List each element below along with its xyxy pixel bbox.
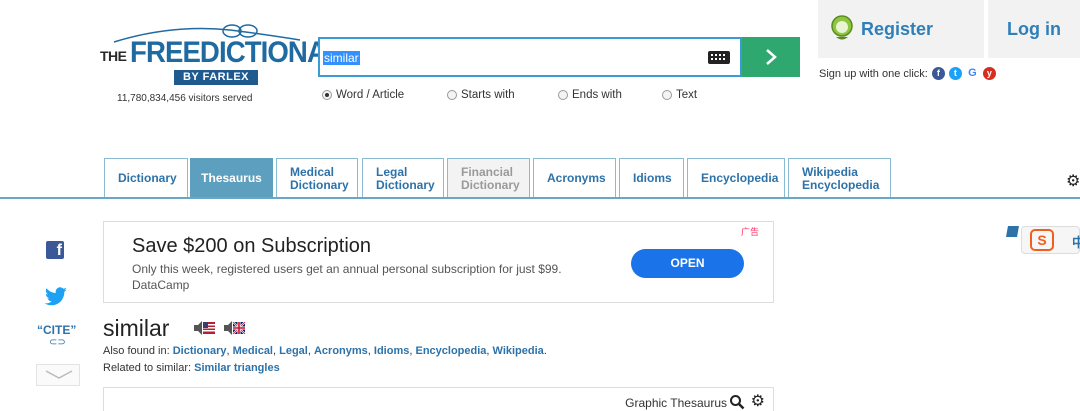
sogou-logo-icon: S — [1030, 229, 1054, 251]
tab-financial-dictionary[interactable]: Financial Dictionary — [447, 158, 530, 198]
tab-label: Encyclopedia — [701, 171, 779, 185]
us-pronunciation-icon[interactable] — [192, 320, 216, 336]
radio-label: Ends with — [572, 89, 622, 101]
gear-icon[interactable]: ⚙ — [751, 391, 765, 411]
chevron-right-icon — [766, 49, 777, 65]
cite-button[interactable]: “CITE” — [37, 323, 76, 337]
yahoo-icon[interactable]: y — [982, 67, 996, 80]
logo-by-farlex: BY FARLEX — [174, 70, 258, 85]
radio-word-article[interactable]: Word / Article — [322, 89, 404, 101]
ad-marker: 广告 — [740, 227, 759, 237]
ad-title[interactable]: Save $200 on Subscription — [132, 235, 371, 258]
facebook-icon[interactable]: f — [931, 67, 945, 80]
tab-label: Dictionary — [118, 171, 177, 185]
found-link-idioms[interactable]: Idioms — [374, 345, 409, 357]
found-link-wikipedia[interactable]: Wikipedia — [493, 345, 544, 357]
one-click-signup: Sign up with one click: f t G y — [819, 67, 996, 80]
radio-label: Text — [676, 89, 698, 101]
logo-the: THE — [100, 48, 127, 64]
twitter-icon[interactable]: t — [948, 67, 962, 80]
tab-label: Acronyms — [547, 171, 606, 185]
radio-dot — [447, 90, 457, 100]
search-icon[interactable] — [729, 394, 745, 410]
radio-starts-with[interactable]: Starts with — [447, 89, 515, 101]
ad-brand: DataCamp — [132, 278, 190, 292]
tab-acronyms[interactable]: Acronyms — [533, 158, 616, 198]
radio-dot — [662, 90, 672, 100]
facebook-share-icon[interactable]: f — [46, 241, 64, 259]
tab-label: Wikipedia Encyclopedia — [802, 164, 880, 192]
radio-dot — [558, 90, 568, 100]
advertisement[interactable]: 广告 Save $200 on Subscription Only this w… — [103, 221, 774, 303]
graphic-thesaurus-panel: Graphic Thesaurus ⚙ — [103, 387, 774, 411]
sogou-input-widget[interactable]: S 中 — [1021, 226, 1080, 254]
page-title: similar — [103, 315, 170, 341]
register-label[interactable]: Register — [861, 19, 933, 40]
also-found-label: Also found in: — [103, 345, 170, 357]
tab-label: Idioms — [633, 171, 672, 185]
tab-legal-dictionary[interactable]: Legal Dictionary — [362, 158, 444, 198]
edit-icon[interactable] — [1006, 226, 1019, 237]
found-link-acronyms[interactable]: Acronyms — [314, 345, 368, 357]
search-input[interactable]: similar — [318, 37, 742, 77]
tab-label: Legal Dictionary — [376, 164, 435, 192]
cite-link-icon: ⊂⊃ — [49, 337, 66, 348]
register-avatar-icon — [831, 15, 853, 40]
related-link[interactable]: Similar triangles — [194, 362, 280, 374]
site-logo[interactable]: THE FREEDICTIONARY BY FARLEX — [92, 22, 362, 102]
search-button[interactable] — [742, 37, 800, 77]
chevron-down-icon — [45, 370, 73, 379]
uk-pronunciation-icon[interactable] — [222, 320, 246, 336]
share-more-button[interactable] — [36, 364, 80, 386]
found-link-legal[interactable]: Legal — [279, 345, 308, 357]
tab-medical-dictionary[interactable]: Medical Dictionary — [276, 158, 358, 198]
radio-text[interactable]: Text — [662, 89, 697, 101]
login-label[interactable]: Log in — [1007, 19, 1061, 40]
tab-label: Thesaurus — [201, 171, 262, 185]
tab-thesaurus[interactable]: Thesaurus — [190, 158, 273, 198]
radio-label: Word / Article — [336, 89, 405, 101]
radio-label: Starts with — [461, 89, 515, 101]
also-found-in: Also found in: Dictionary, Medical, Lega… — [103, 345, 547, 357]
settings-gear-icon[interactable]: ⚙ — [1066, 171, 1080, 191]
visitor-count: 11,780,834,456 visitors served — [117, 93, 253, 104]
sogou-language-toggle[interactable]: 中 — [1072, 232, 1080, 251]
search-input-value: similar — [323, 51, 360, 65]
ad-description: Only this week, registered users get an … — [132, 262, 562, 276]
tab-label: Financial Dictionary — [461, 164, 520, 192]
found-link-medical[interactable]: Medical — [233, 345, 273, 357]
tab-encyclopedia[interactable]: Encyclopedia — [687, 158, 785, 198]
graphic-thesaurus-label: Graphic Thesaurus — [625, 396, 727, 410]
keyboard-icon[interactable] — [708, 51, 730, 64]
radio-ends-with[interactable]: Ends with — [558, 89, 622, 101]
signup-label: Sign up with one click: — [819, 67, 928, 80]
tabs-divider — [0, 197, 1080, 199]
tab-wikipedia-encyclopedia[interactable]: Wikipedia Encyclopedia — [788, 158, 891, 198]
found-link-dictionary[interactable]: Dictionary — [173, 345, 227, 357]
related-to: Related to similar: Similar triangles — [103, 362, 280, 374]
tab-label: Medical Dictionary — [290, 164, 349, 192]
tab-idioms[interactable]: Idioms — [619, 158, 684, 198]
tab-dictionary[interactable]: Dictionary — [104, 158, 188, 198]
radio-dot — [322, 90, 332, 100]
found-link-encyclopedia[interactable]: Encyclopedia — [415, 345, 486, 357]
related-label: Related to similar: — [103, 362, 192, 374]
google-icon[interactable]: G — [965, 67, 979, 80]
twitter-share-icon[interactable] — [44, 287, 68, 307]
ad-open-button[interactable]: OPEN — [631, 249, 744, 278]
